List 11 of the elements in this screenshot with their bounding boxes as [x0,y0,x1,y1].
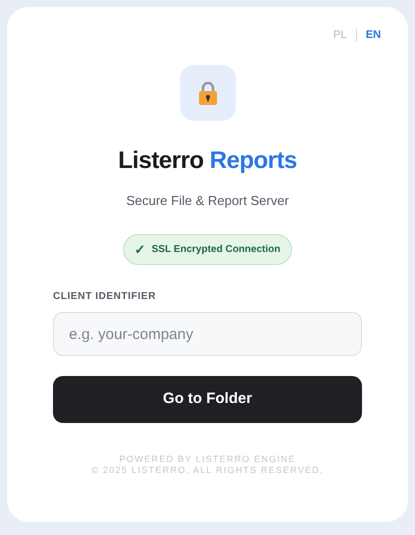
language-link[interactable]: EN [366,27,381,44]
footer-text: © 2025 LISTERRO. ALL RIGHTS RESERVED. [91,465,324,476]
go-to-folder-button[interactable]: Go to Folder [53,376,362,423]
client-identifier-field[interactable]: e.g. your-company [53,312,362,356]
lock-icon [198,80,218,104]
brand-title: Listerro Reports [118,146,297,176]
subtitle: Secure File & Report Server [126,192,289,210]
badge-label: SSL Encrypted Connection [152,243,280,257]
check-icon: ✓ [134,240,146,260]
field-label: CLIENT IDENTIFIER [53,290,156,304]
footer-text: POWERED BY LISTERRO ENGINE [119,454,296,465]
